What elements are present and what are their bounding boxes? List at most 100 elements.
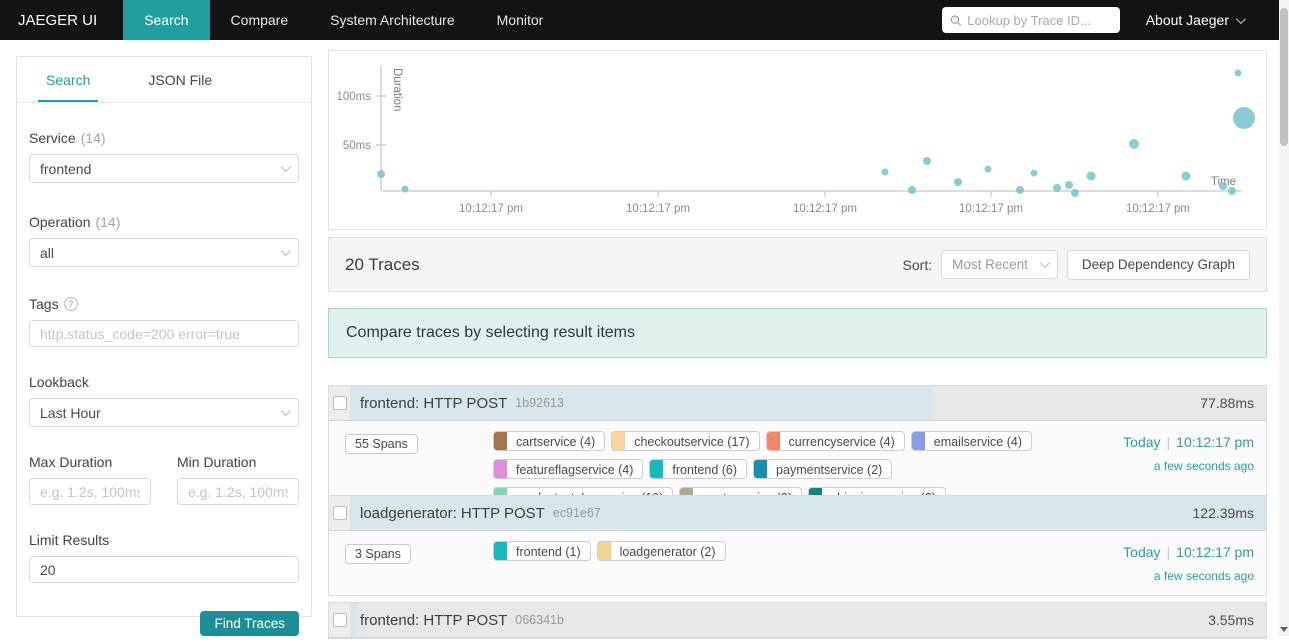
trace-title: frontend: HTTP POST — [360, 394, 508, 412]
limit-results-input[interactable] — [40, 561, 288, 578]
service-tag-label: cartservice (4) — [516, 434, 596, 449]
duration-scatter-card: 100ms 50ms 10:12:17 pm 10:12:17 pm 10:12:17 … — [328, 50, 1267, 230]
search-icon — [950, 14, 961, 26]
trace-header[interactable]: frontend: HTTP POST 066341b 3.55ms — [329, 603, 1266, 638]
service-tag: frontend (1) — [493, 541, 591, 561]
service-color-swatch — [494, 432, 507, 450]
trace-time[interactable]: 10:12:17 pm — [1176, 544, 1254, 560]
trace-duration: 3.55ms — [1208, 612, 1254, 628]
service-count: (14) — [80, 130, 106, 146]
nav-tab-system-architecture[interactable]: System Architecture — [309, 0, 476, 40]
service-color-swatch — [650, 460, 664, 478]
scrollbar-down-arrow[interactable] — [1280, 627, 1288, 632]
trace-relative-time: a few seconds ago — [1153, 569, 1254, 583]
trace-id: 1b92613 — [515, 396, 564, 410]
service-color-swatch — [597, 542, 611, 560]
scatter-svg[interactable]: 100ms 50ms 10:12:17 pm 10:12:17 pm 10:12:17 … — [329, 51, 1266, 229]
trace-result-item[interactable]: frontend: HTTP POST 066341b 3.55ms — [328, 602, 1267, 639]
max-duration-input[interactable] — [40, 483, 140, 500]
svg-text:50ms: 50ms — [343, 140, 371, 152]
trace-title: loadgenerator: HTTP POST — [360, 504, 545, 522]
service-tag-label: loadgenerator (2) — [619, 544, 716, 559]
nav-tab-search[interactable]: Search — [123, 0, 210, 40]
nav-tab-compare[interactable]: Compare — [210, 0, 310, 40]
operation-select[interactable]: all — [29, 238, 299, 267]
operation-label: Operation (14) — [29, 214, 121, 230]
tab-search[interactable]: Search — [38, 57, 99, 102]
service-color-swatch — [766, 432, 780, 450]
trace-time[interactable]: 10:12:17 pm — [1176, 434, 1254, 450]
service-tag-label: emailservice (4) — [933, 434, 1023, 449]
search-sidebar: Search JSON File Service (14) frontend O… — [16, 56, 312, 636]
results-panel: 100ms 50ms 10:12:17 pm 10:12:17 pm 10:12:17 … — [328, 0, 1267, 639]
sort-select[interactable]: Most Recent — [941, 250, 1058, 279]
service-tag: paymentservice (2) — [753, 459, 893, 479]
trace-header[interactable]: frontend: HTTP POST 1b92613 77.88ms — [329, 386, 1266, 421]
service-tag-label: paymentservice (2) — [776, 462, 883, 477]
tags-input[interactable] — [40, 325, 288, 342]
service-tag: loadgenerator (2) — [596, 541, 726, 561]
tags-input-wrap — [29, 320, 299, 347]
limit-results-label: Limit Results — [29, 532, 110, 548]
chevron-down-icon — [280, 162, 291, 173]
lookback-select-value: Last Hour — [40, 404, 101, 421]
trace-date: Today — [1123, 434, 1161, 450]
service-select[interactable]: frontend — [29, 154, 299, 183]
help-icon[interactable]: ? — [63, 297, 78, 311]
service-select-value: frontend — [40, 160, 92, 177]
trace-count: 20 Traces — [345, 254, 420, 274]
service-tag-label: featureflagservice (4) — [516, 462, 634, 477]
trace-lookup-box[interactable] — [941, 7, 1120, 33]
svg-text:10:12:17 pm: 10:12:17 pm — [959, 203, 1023, 215]
app-title: JAEGER UI — [18, 11, 98, 29]
span-count-pill: 3 Spans — [345, 544, 411, 564]
svg-text:Duration: Duration — [391, 68, 403, 111]
chevron-down-icon — [280, 246, 291, 257]
scrollbar-thumb[interactable] — [1280, 8, 1288, 146]
divider: | — [1166, 544, 1171, 560]
service-tag-label: frontend (6) — [672, 462, 738, 477]
service-tag: frontend (6) — [649, 459, 748, 479]
tab-json-file[interactable]: JSON File — [140, 57, 220, 102]
service-color-swatch — [612, 432, 626, 450]
svg-text:100ms: 100ms — [336, 91, 371, 103]
chevron-down-icon — [1039, 258, 1050, 269]
trace-date: Today — [1123, 544, 1161, 560]
chevron-down-icon — [280, 406, 291, 417]
trace-lookup-input[interactable] — [967, 12, 1112, 28]
trace-title: frontend: HTTP POST — [360, 611, 508, 629]
nav-tab-monitor[interactable]: Monitor — [476, 0, 565, 40]
deep-dependency-graph-button[interactable]: Deep Dependency Graph — [1066, 249, 1250, 280]
trace-id: ec91e67 — [552, 506, 601, 520]
min-duration-input[interactable] — [188, 483, 288, 500]
trace-duration: 77.88ms — [1200, 395, 1254, 411]
operation-count: (14) — [95, 214, 121, 230]
about-jaeger-menu[interactable]: About Jaeger — [1145, 12, 1246, 28]
find-traces-button[interactable]: Find Traces — [200, 611, 299, 636]
results-header: 20 Traces Sort: Most Recent Deep Depende… — [328, 237, 1267, 292]
limit-results-wrap — [29, 556, 299, 583]
service-color-swatch — [494, 542, 507, 560]
trace-duration: 122.39ms — [1192, 505, 1254, 521]
trace-result-item[interactable]: loadgenerator: HTTP POST ec91e67 122.39m… — [328, 495, 1267, 596]
svg-text:10:12:17 pm: 10:12:17 pm — [1126, 203, 1190, 215]
trace-relative-time: a few seconds ago — [1153, 459, 1254, 473]
chevron-down-icon — [1235, 13, 1246, 24]
sort-label: Sort: — [902, 256, 933, 273]
about-jaeger-label: About Jaeger — [1145, 12, 1229, 28]
min-duration-wrap — [177, 478, 299, 505]
service-tag-label: checkoutservice (17) — [634, 434, 750, 449]
service-tag-label: frontend (1) — [516, 544, 581, 559]
page-scrollbar[interactable] — [1279, 0, 1289, 636]
compare-banner: Compare traces by selecting result items — [328, 308, 1267, 358]
service-tags: frontend (1) loadgenerator (2) — [493, 541, 1092, 583]
min-duration-label: Min Duration — [177, 454, 257, 470]
trace-header[interactable]: loadgenerator: HTTP POST ec91e67 122.39m… — [329, 496, 1266, 531]
max-duration-label: Max Duration — [29, 454, 113, 470]
service-tag: emailservice (4) — [910, 431, 1033, 451]
top-navbar: JAEGER UI Search Compare System Architec… — [0, 0, 1289, 40]
lookback-select[interactable]: Last Hour — [29, 398, 299, 427]
svg-text:10:12:17 pm: 10:12:17 pm — [626, 203, 690, 215]
lookback-label: Lookback — [29, 374, 89, 390]
service-tag: cartservice (4) — [493, 431, 606, 451]
